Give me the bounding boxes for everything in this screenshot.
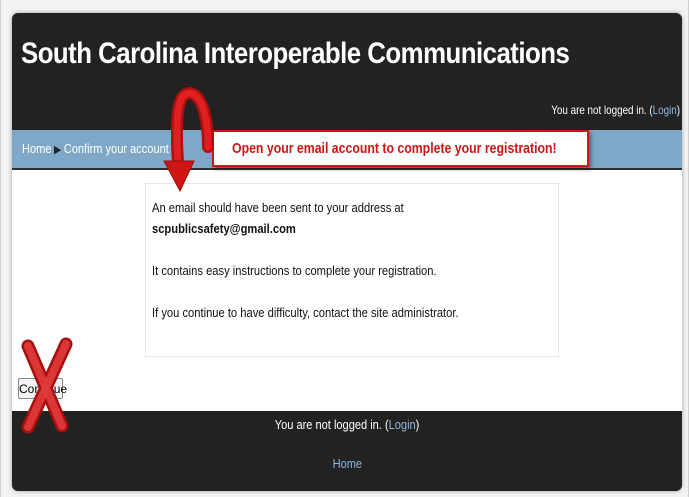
screenshot-frame: South Carolina Interoperable Communicati… (0, 0, 689, 497)
browser-page: South Carolina Interoperable Communicati… (12, 13, 682, 491)
red-x-icon (21, 337, 73, 434)
